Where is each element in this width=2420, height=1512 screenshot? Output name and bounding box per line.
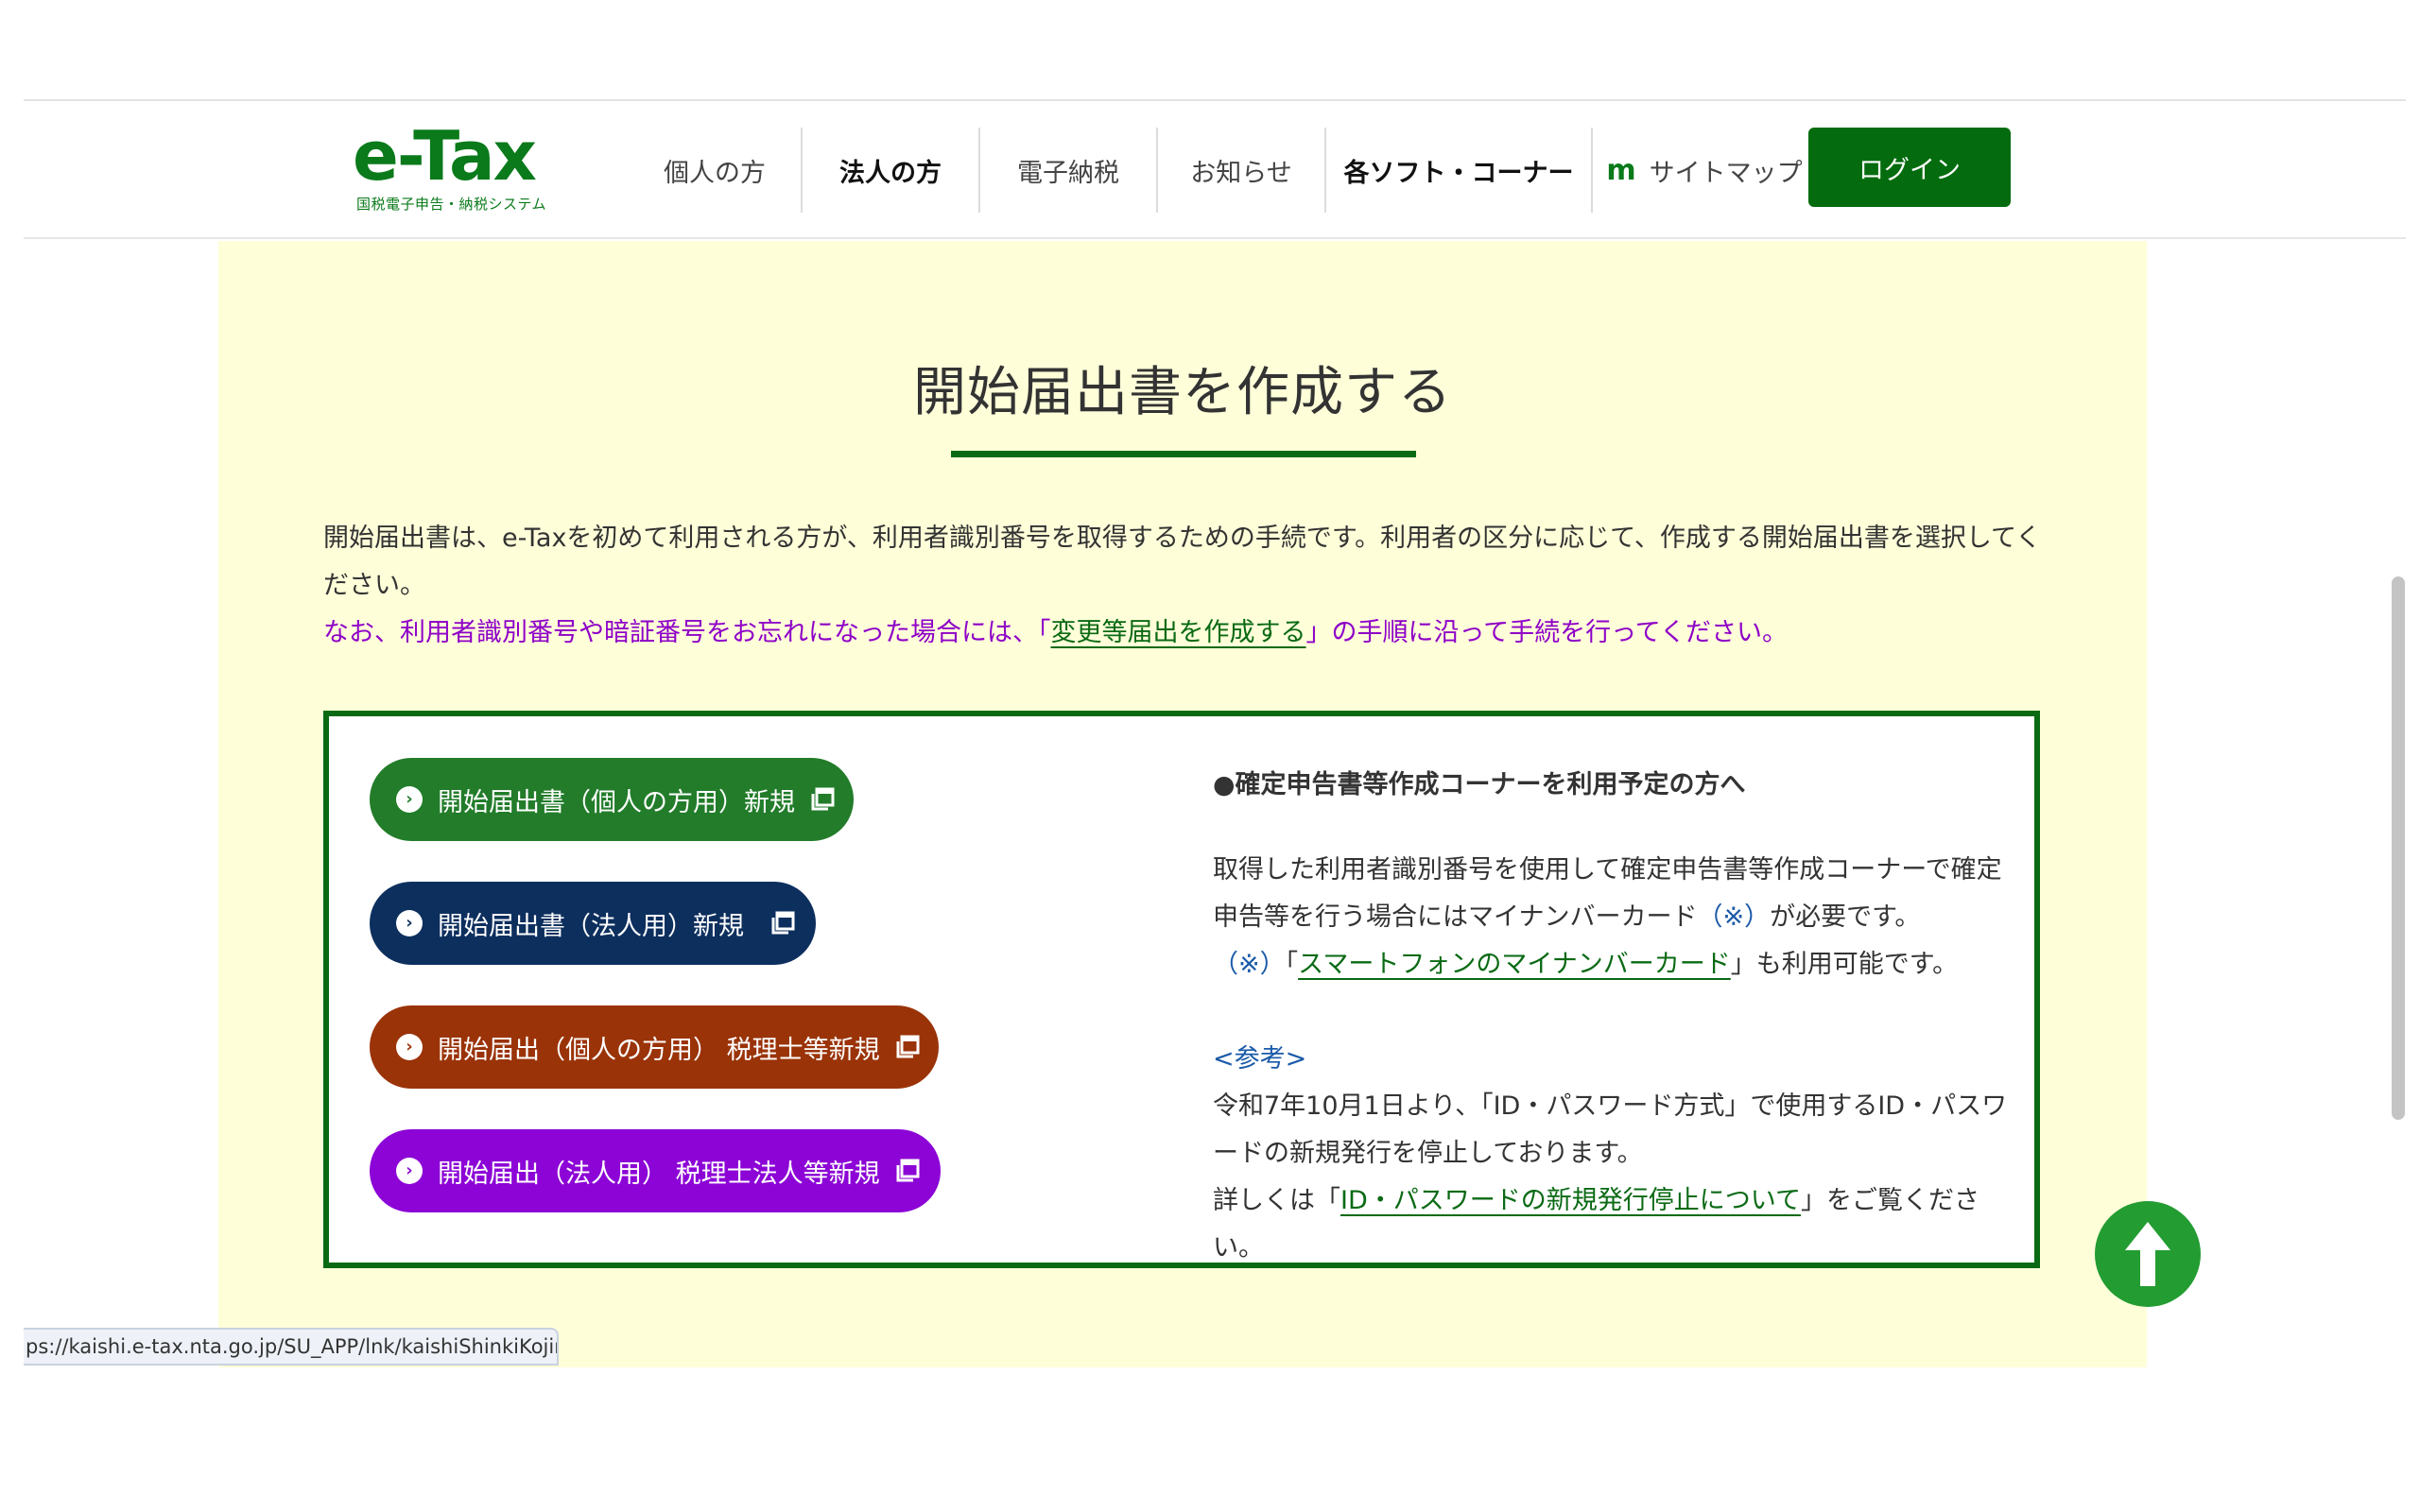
nav-sitemap[interactable]: m サイトマップ (1593, 128, 1816, 213)
notice-text-end: 」の手順に沿って手続を行ってください。 (1305, 618, 1789, 647)
info-paragraph-1: 取得した利用者識別番号を使用して確定申告書等作成コーナーで確定申告等を行う場合に… (1213, 847, 2016, 941)
nav-e-payment[interactable]: 電子納税 (980, 128, 1158, 213)
chevron-right-icon: › (396, 1034, 423, 1060)
notice-paragraph: なお、利用者識別番号や暗証番号をお忘れになった場合には、「変更等届出を作成する」… (323, 610, 2044, 657)
individual-tax-accountant-button[interactable]: › 開始届出（個人の方用） 税理士等新規 (370, 1005, 939, 1089)
browser-viewport: e-Tax 国税電子申告・納税システム 個人の方 法人の方 電子納税 お知らせ … (24, 99, 2406, 1367)
nav-corporate[interactable]: 法人の方 (803, 128, 980, 213)
button-label: 開始届出（法人用） 税理士法人等新規 (438, 1159, 880, 1189)
info-paragraph-4: 詳しくは「ID・パスワードの新規発行停止について」をご覧ください。 (1213, 1177, 2016, 1272)
back-to-top-button[interactable] (2095, 1201, 2201, 1307)
logo-text: e-Tax (353, 116, 537, 196)
individual-new-button[interactable]: › 開始届出書（個人の方用）新規 (370, 758, 854, 841)
login-button[interactable]: ログイン (1808, 128, 2011, 207)
nav-label: サイトマップ (1649, 158, 1803, 188)
nav-label: 各ソフト・コーナー (1343, 158, 1574, 188)
site-header: e-Tax 国税電子申告・納税システム 個人の方 法人の方 電子納税 お知らせ … (24, 99, 2406, 239)
external-window-icon (771, 911, 795, 935)
nav-label: 個人の方 (664, 158, 766, 188)
title-underline (951, 451, 1416, 457)
status-bar-url: ps://kaishi.e-tax.nta.go.jp/SU_APP/lnk/k… (24, 1328, 559, 1366)
logo-subtitle: 国税電子申告・納税システム (356, 196, 547, 213)
nav-label: 電子納税 (1017, 158, 1119, 188)
footnote-mark: （※） (1697, 902, 1771, 932)
info-text-end: が必要です。 (1770, 902, 1921, 932)
scrollbar-thumb[interactable] (2392, 576, 2405, 1120)
chevron-right-icon: › (396, 910, 423, 936)
main-nav: 個人の方 法人の方 電子納税 お知らせ 各ソフト・コーナー m サイトマップ (629, 128, 1816, 213)
button-label: 開始届出書（個人の方用）新規 (438, 787, 795, 817)
nav-label: 法人の方 (839, 158, 942, 188)
external-window-icon (811, 787, 835, 811)
info-heading: ●確定申告書等作成コーナーを利用予定の方へ (1213, 770, 1746, 799)
footnote-mark: （※） (1213, 950, 1286, 979)
corporate-new-button[interactable]: › 開始届出書（法人用）新規 (370, 882, 816, 965)
info-paragraph-3: 令和7年10月1日より、「ID・パスワード方式」で使用するID・パスワードの新規… (1213, 1091, 2008, 1168)
nav-individual[interactable]: 個人の方 (629, 128, 803, 213)
intro-text: 開始届出書は、e-Taxを初めて利用される方が、利用者識別番号を取得するための手… (323, 515, 2044, 657)
button-label: 開始届出書（法人用）新規 (438, 911, 744, 941)
info-text: 詳しくは「 (1213, 1186, 1340, 1215)
chevron-right-icon: › (396, 1158, 423, 1184)
nav-software-corner[interactable]: 各ソフト・コーナー (1326, 128, 1593, 213)
info-text-end: 」も利用可能です。 (1730, 950, 1959, 979)
notice-text: なお、利用者識別番号や暗証番号をお忘れになった場合には、「 (323, 618, 1051, 647)
arrow-up-icon (2125, 1222, 2170, 1286)
info-paragraph-2: （※）「スマートフォンのマイナンバーカード」も利用可能です。 (1213, 941, 2016, 988)
chevron-right-icon: › (396, 786, 423, 813)
button-label: 開始届出（個人の方用） 税理士等新規 (438, 1035, 880, 1065)
info-panel: ●確定申告書等作成コーナーを利用予定の方へ 取得した利用者識別番号を使用して確定… (1213, 762, 2016, 1272)
external-window-icon (896, 1035, 920, 1058)
external-window-icon (896, 1159, 920, 1182)
reference-label: <参考> (1213, 1044, 1307, 1074)
nav-label: お知らせ (1190, 158, 1292, 188)
nav-news[interactable]: お知らせ (1158, 128, 1326, 213)
id-password-stop-link[interactable]: ID・パスワードの新規発行停止について (1340, 1186, 1801, 1215)
corporate-tax-accountant-button[interactable]: › 開始届出（法人用） 税理士法人等新規 (370, 1129, 941, 1212)
page-title: 開始届出書を作成する (913, 362, 1452, 423)
quote-open: 「 (1285, 950, 1299, 979)
change-notification-link[interactable]: 変更等届出を作成する (1051, 618, 1306, 647)
smartphone-mynumber-link[interactable]: スマートフォンのマイナンバーカード (1298, 950, 1731, 979)
intro-paragraph: 開始届出書は、e-Taxを初めて利用される方が、利用者識別番号を取得するための手… (323, 524, 2042, 600)
main-content: 開始届出書を作成する 開始届出書は、e-Taxを初めて利用される方が、利用者識別… (218, 241, 2147, 1367)
etax-logo[interactable]: e-Tax 国税電子申告・納税システム (353, 118, 551, 216)
form-selection-box: › 開始届出書（個人の方用）新規 › 開始届出書（法人用）新規 › 開始届出（個… (323, 711, 2040, 1268)
sitemap-icon: m (1606, 153, 1636, 187)
